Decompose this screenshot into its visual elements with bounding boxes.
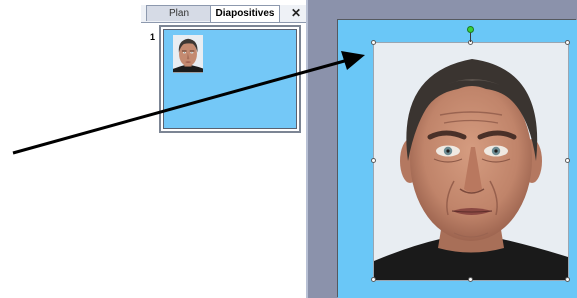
slide-thumbnail[interactable] — [159, 25, 301, 133]
tab-plan[interactable]: Plan — [146, 5, 212, 21]
slides-pane: Plan Diapositives ✕ 1 — [141, 0, 308, 298]
resize-handle-middle-left[interactable] — [371, 158, 376, 163]
slide-number: 1 — [150, 32, 156, 42]
resize-handle-top-left[interactable] — [371, 40, 376, 45]
resize-handle-bottom-right[interactable] — [565, 277, 570, 282]
resize-handle-top-right[interactable] — [565, 40, 570, 45]
resize-handle-bottom-left[interactable] — [371, 277, 376, 282]
rotation-handle[interactable] — [467, 26, 474, 33]
thumbnail-portrait-image — [173, 35, 203, 73]
portrait-image[interactable] — [373, 42, 569, 281]
tab-diapositives[interactable]: Diapositives — [210, 5, 280, 22]
resize-handle-middle-right[interactable] — [565, 158, 570, 163]
pane-tabstrip: Plan Diapositives ✕ — [141, 5, 308, 23]
close-pane-icon[interactable]: ✕ — [291, 6, 301, 20]
slide-thumbnail-canvas — [163, 29, 297, 129]
resize-handle-bottom-center[interactable] — [468, 277, 473, 282]
